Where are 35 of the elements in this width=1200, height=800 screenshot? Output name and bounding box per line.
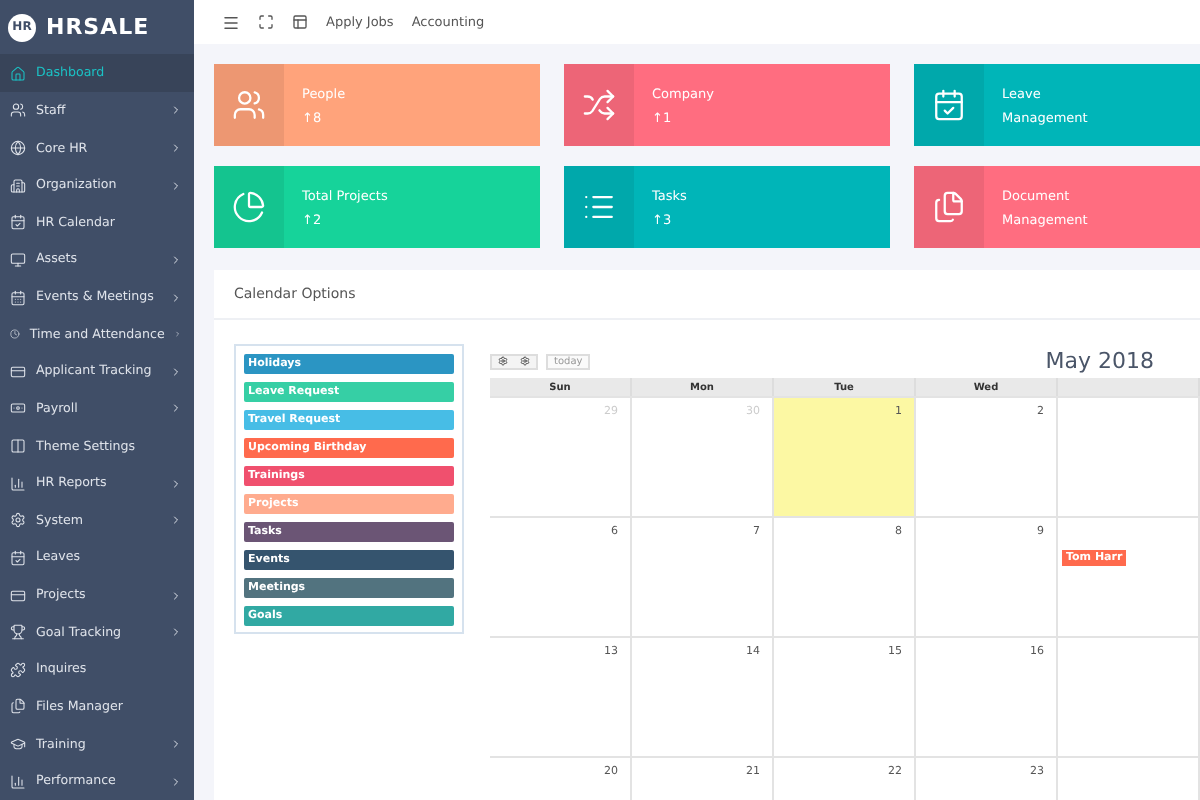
menu-icon[interactable] <box>222 13 240 31</box>
list-icon <box>582 190 616 224</box>
fullscreen-icon[interactable] <box>258 14 274 30</box>
settings-icon <box>10 512 26 529</box>
users-icon <box>232 88 266 122</box>
globe-icon <box>10 140 26 157</box>
bar-chart-icon <box>10 773 26 790</box>
trophy-icon <box>10 624 26 641</box>
files-icon <box>10 698 26 715</box>
columns-icon <box>10 438 26 455</box>
banknote-icon <box>10 400 26 417</box>
pie-chart-icon <box>232 190 266 224</box>
month-title: May 2018 <box>1045 348 1154 374</box>
prev-next-buttons[interactable] <box>490 353 538 369</box>
monitor-icon <box>10 251 26 268</box>
brand-name: HRSALE <box>46 14 150 41</box>
calendar-icon <box>10 289 26 306</box>
graduation-cap-icon <box>10 736 26 753</box>
users-icon <box>10 102 26 119</box>
home-icon <box>10 65 26 82</box>
calendar-icon <box>10 214 26 231</box>
layout-icon[interactable] <box>292 14 308 30</box>
day-cell[interactable] <box>1058 636 1200 756</box>
files-icon <box>932 190 966 224</box>
card-icon <box>10 363 26 380</box>
bar-chart-icon <box>10 475 26 492</box>
puzzle-icon <box>10 661 26 678</box>
shuffle-icon <box>582 88 616 122</box>
day-cell[interactable] <box>1058 396 1200 516</box>
card-icon <box>10 587 26 604</box>
building-icon <box>10 177 26 194</box>
calendar-icon <box>932 88 966 122</box>
clock-icon <box>10 326 20 343</box>
weekday-header <box>1058 378 1200 396</box>
calendar-icon <box>10 549 26 566</box>
